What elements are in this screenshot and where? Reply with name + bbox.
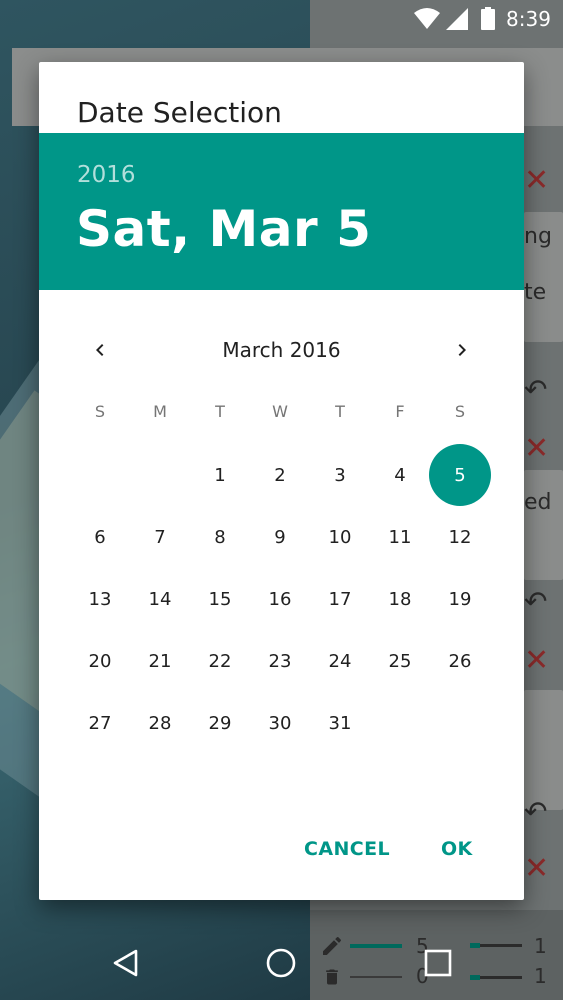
calendar-day[interactable]: 16 xyxy=(249,568,311,630)
undo-icon: ↶ xyxy=(524,373,548,406)
calendar-day[interactable]: 3 xyxy=(309,444,371,506)
undo-icon: ↶ xyxy=(524,795,548,828)
status-bar: 8:39 xyxy=(0,0,563,40)
calendar-day[interactable]: 14 xyxy=(129,568,191,630)
background-text: ng xyxy=(524,224,552,249)
calendar-day[interactable]: 10 xyxy=(309,506,371,568)
delete-icon: ✕ xyxy=(524,163,550,198)
calendar-day[interactable]: 20 xyxy=(69,630,131,692)
background-text: ed xyxy=(524,490,552,515)
battery-icon xyxy=(481,7,495,30)
undo-icon: ↶ xyxy=(524,585,548,618)
wifi-icon xyxy=(414,8,440,29)
calendar-day[interactable]: 18 xyxy=(369,568,431,630)
date-picker-dialog: Date Selection 2016 Sat, Mar 5 March 201… xyxy=(39,62,524,900)
calendar-day[interactable]: 4 xyxy=(369,444,431,506)
calendar-day[interactable]: 8 xyxy=(189,506,251,568)
calendar-day[interactable]: 26 xyxy=(429,630,491,692)
delete-icon: ✕ xyxy=(524,851,550,886)
calendar-day[interactable]: 9 xyxy=(249,506,311,568)
background-card xyxy=(524,470,563,580)
calendar-day[interactable]: 11 xyxy=(369,506,431,568)
calendar-day[interactable]: 25 xyxy=(369,630,431,692)
calendar-day[interactable]: 13 xyxy=(69,568,131,630)
calendar-day[interactable]: 27 xyxy=(69,692,131,754)
recent-apps-icon[interactable] xyxy=(424,949,452,977)
ok-button[interactable]: OK xyxy=(441,838,473,860)
calendar-day[interactable]: 6 xyxy=(69,506,131,568)
calendar-day[interactable]: 23 xyxy=(249,630,311,692)
home-icon[interactable] xyxy=(265,947,297,979)
status-time: 8:39 xyxy=(506,7,551,31)
calendar-grid: 1 2 3 4 5 6 7 8 9 10 11 12 13 14 15 16 17 18 19 20 21 22 23 24 2… xyxy=(39,62,524,900)
cellular-signal-icon xyxy=(446,8,468,30)
calendar-day[interactable]: 29 xyxy=(189,692,251,754)
system-navigation-bar xyxy=(0,920,563,1000)
cancel-button[interactable]: CANCEL xyxy=(304,838,390,860)
delete-icon: ✕ xyxy=(524,643,550,678)
calendar-day[interactable]: 1 xyxy=(189,444,251,506)
calendar-day[interactable]: 2 xyxy=(249,444,311,506)
calendar-day[interactable]: 15 xyxy=(189,568,251,630)
calendar-day[interactable]: 22 xyxy=(189,630,251,692)
calendar-day[interactable]: 21 xyxy=(129,630,191,692)
calendar-day[interactable]: 24 xyxy=(309,630,371,692)
calendar-day-selected[interactable]: 5 xyxy=(429,444,491,506)
calendar-day[interactable]: 31 xyxy=(309,692,371,754)
calendar-day[interactable]: 12 xyxy=(429,506,491,568)
calendar-day[interactable]: 30 xyxy=(249,692,311,754)
calendar-day[interactable]: 7 xyxy=(129,506,191,568)
delete-icon: ✕ xyxy=(524,431,550,466)
calendar-day[interactable]: 28 xyxy=(129,692,191,754)
back-icon[interactable] xyxy=(112,948,140,978)
background-card xyxy=(524,690,563,810)
calendar-day[interactable]: 17 xyxy=(309,568,371,630)
background-text: te xyxy=(524,280,547,305)
calendar-day[interactable]: 19 xyxy=(429,568,491,630)
